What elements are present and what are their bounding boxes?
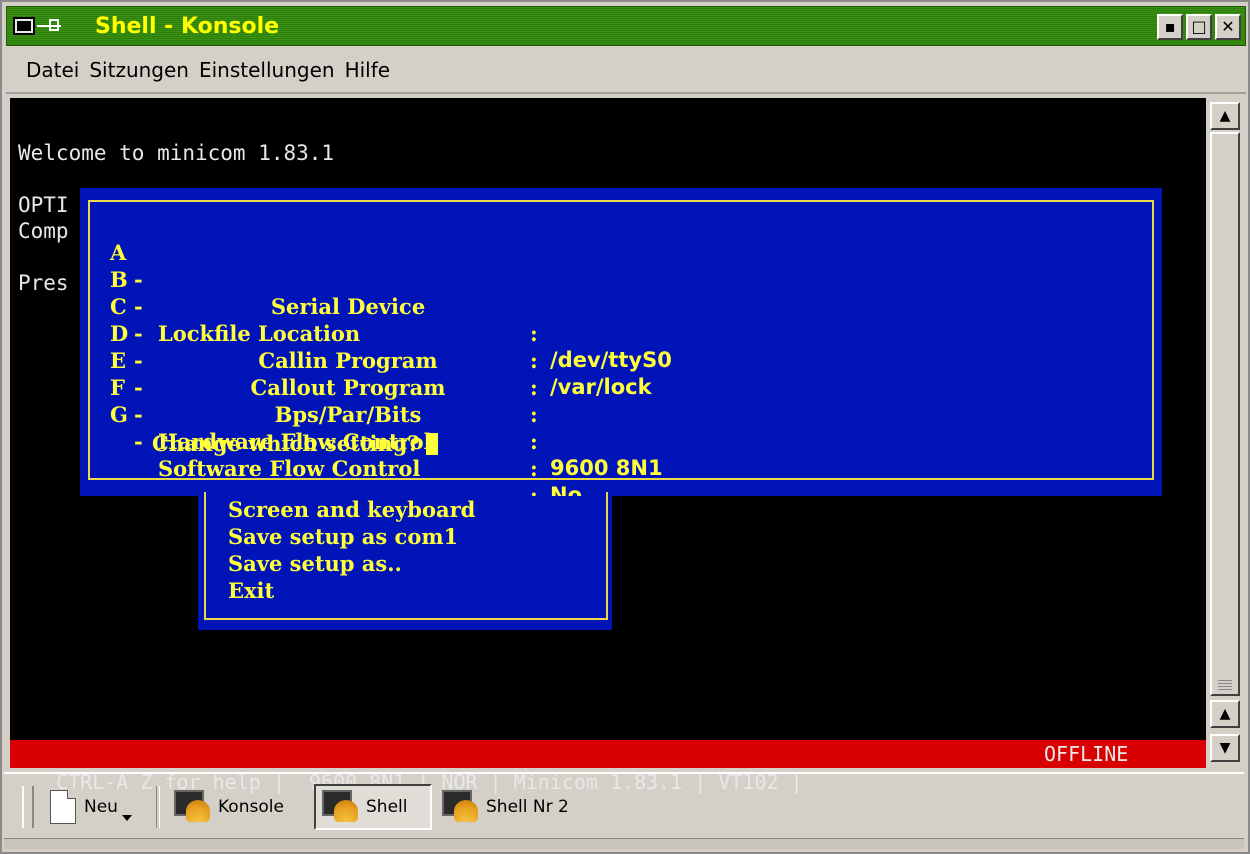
konsole-shell-icon [442,790,480,824]
menu-hilfe[interactable]: Hilfe [345,54,391,86]
tab-shell[interactable]: Shell [314,784,432,830]
scrollbar-thumb[interactable] [1210,132,1240,696]
menu-sitzungen[interactable]: Sitzungen [89,54,189,86]
scroll-down-icon[interactable]: ▼ [1210,734,1240,762]
menu-save-setup-as[interactable]: Save setup as.. [228,550,402,577]
sticky-pin-icon[interactable] [37,17,63,35]
minicom-status-bar: CTRL-A Z for help | 9600 8N1 | NOR | Min… [10,740,1206,794]
tab-konsole[interactable]: Konsole [168,784,310,830]
menu-einstellungen[interactable]: Einstellungen [199,54,335,86]
scroll-up-icon[interactable]: ▲ [1210,102,1240,130]
dropdown-caret-icon [121,815,132,821]
connection-status: OFFLINE [1044,742,1129,766]
option-name: Callout Program [250,375,446,400]
setting-prompt[interactable]: Change which setting? [152,430,438,457]
tab-label: Shell Nr 2 [486,797,569,817]
session-tab-bar: Neu Konsole Shell Shell Nr 2 [4,772,1244,836]
menu-bar: Datei Sitzungen Einstellungen Hilfe [6,48,1246,94]
option-name: Software Flow Control [158,456,421,481]
option-row-d[interactable]: D - Callout Program : [110,293,538,427]
menu-datei[interactable]: Datei [26,54,79,86]
window-bottom-border [4,838,1244,849]
tab-label: Shell [366,797,408,817]
toolbar-handle[interactable] [22,786,34,828]
new-session-button[interactable]: Neu [40,784,152,830]
option-name: Callin Program [258,348,438,373]
tab-label: Konsole [218,797,284,817]
tab-shell-nr-2[interactable]: Shell Nr 2 [436,784,596,830]
terminal-line: Pres [18,271,69,295]
terminal-line: OPTI [18,193,69,217]
option-row-a[interactable]: A - Serial Device : /dev/ttyS0 [110,212,672,372]
option-value: /dev/ttyS0 [550,348,672,372]
option-value: 9600 8N1 [550,456,663,480]
configuration-menu: Screen and keyboard Save setup as com1 S… [198,492,612,630]
option-key: G [110,402,128,427]
option-name: Serial Device [270,294,426,319]
option-value: /var/lock [550,375,652,399]
close-button[interactable]: ✕ [1215,14,1241,40]
option-row-b[interactable]: B - Lockfile Location : /var/lock [110,239,652,399]
menu-save-setup-com1[interactable]: Save setup as com1 [228,523,458,550]
option-name: Lockfile Location [158,321,361,346]
terminal-line: Comp [18,219,69,243]
option-dash: - [134,429,143,454]
serial-port-setup-dialog: A - Serial Device : /dev/ttyS0 B - Lockf… [80,188,1162,534]
window-title: Shell - Konsole [95,14,280,39]
option-name: Bps/Par/Bits [274,402,422,427]
text-cursor [425,433,438,455]
prompt-text: Change which setting? [152,431,420,456]
konsole-shell-icon [174,790,212,824]
window-buttons: ▪ □ ✕ [1157,14,1241,40]
new-session-label: Neu [84,797,118,817]
minimize-button[interactable]: ▪ [1157,14,1183,40]
title-icons [13,15,63,37]
option-row-c[interactable]: C - Callin Program : [110,266,538,400]
maximize-button[interactable]: □ [1186,14,1212,40]
terminal-line: Welcome to minicom 1.83.1 [18,141,335,165]
menu-exit[interactable]: Exit [228,577,274,604]
option-row-f[interactable]: F - Hardware Flow Control : No [110,347,582,507]
title-bar[interactable]: Shell - Konsole ▪ □ ✕ [6,6,1246,46]
scrollbar-grip-icon [1218,680,1232,690]
konsole-shell-icon [322,790,360,824]
window-menu-icon[interactable] [13,17,35,35]
option-row-g[interactable]: G - Software Flow Control : No [110,374,582,534]
new-document-icon [50,790,76,824]
option-row-e[interactable]: E - Bps/Par/Bits : 9600 8N1 [110,320,663,480]
tab-separator [156,786,160,828]
menu-screen-and-keyboard[interactable]: Screen and keyboard [228,496,475,523]
scroll-up-icon[interactable]: ▲ [1210,700,1240,728]
vertical-scrollbar[interactable]: ▲ ▲ ▼ [1208,98,1242,768]
terminal-screen[interactable]: Welcome to minicom 1.83.1 OPTI Comp Pres… [10,98,1206,760]
